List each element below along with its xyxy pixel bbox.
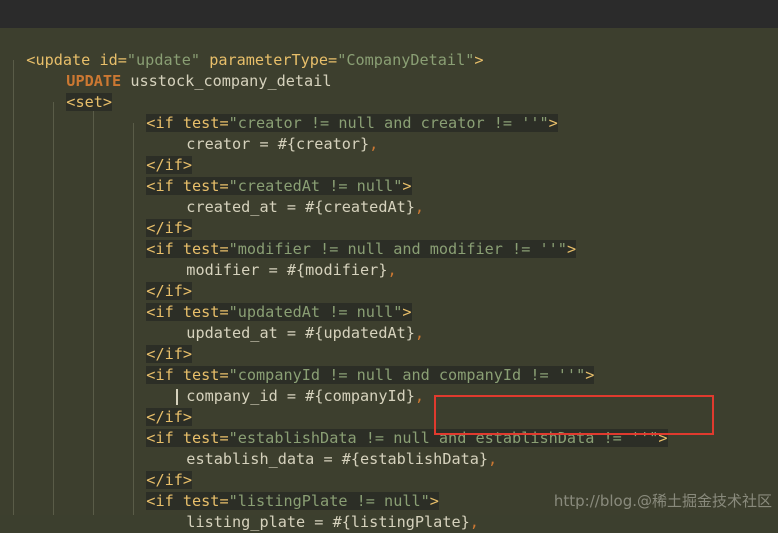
highlight-box: [434, 395, 714, 435]
comma: ,: [369, 135, 379, 153]
code-line-assign-creator: creator = #{creator},: [168, 113, 378, 153]
assignment: modifier = #{modifier}: [186, 261, 388, 279]
code-line-assign-companyid: company_id = #{companyId},: [168, 365, 424, 405]
indent-guide: [93, 102, 94, 515]
parameter-type-value: "CompanyDetail": [337, 51, 475, 69]
code-line-endif: </if>: [128, 260, 193, 300]
comma: ,: [469, 513, 479, 531]
assignment: listing_plate = #{listingPlate}: [186, 513, 470, 531]
code-line-endif: </if>: [128, 449, 193, 489]
editor-top-bar: [0, 0, 778, 28]
comma: ,: [414, 387, 425, 405]
assignment: updated_at = #{updatedAt}: [186, 324, 415, 342]
code-line-assign-listingplate: listing_plate = #{listingPlate},: [168, 491, 479, 531]
assignment: company_id = #{companyId}: [186, 387, 415, 405]
comma: ,: [488, 450, 498, 468]
comma: ,: [414, 324, 425, 342]
code-line-endif: </if>: [128, 197, 193, 237]
indent-guide: [53, 102, 54, 515]
if-tag-close: >: [548, 114, 558, 132]
code-line-assign-updatedat: updated_at = #{updatedAt},: [168, 302, 424, 342]
code-line-if-updatedat: <if test="updatedAt != null">: [128, 281, 412, 321]
code-line-update: <update id="update" parameterType="Compa…: [8, 29, 483, 69]
update-tag-close: >: [474, 51, 484, 69]
code-line-endif: </if>: [128, 386, 193, 426]
code-line-assign-modifier: modifier = #{modifier},: [168, 239, 396, 279]
code-line-endif: </if>: [128, 323, 193, 363]
code-line-assign-createdat: created_at = #{createdAt},: [168, 176, 424, 216]
code-line-if-modifier: <if test="modifier != null and modifier …: [128, 218, 577, 258]
if-tag-close: >: [585, 366, 595, 384]
table-name: usstock_company_detail: [121, 72, 332, 90]
assignment: created_at = #{createdAt}: [186, 198, 415, 216]
code-line-endif: </if>: [128, 134, 193, 174]
code-line-if-createdat: <if test="createdAt != null">: [128, 155, 412, 195]
code-line-update-keyword: UPDATE usstock_company_detail: [48, 50, 331, 90]
if-tag-close: >: [566, 240, 577, 258]
code-line-set: <set>: [48, 71, 113, 111]
assignment: establish_data = #{establishData}: [186, 450, 489, 468]
set-tag: <set>: [66, 93, 113, 111]
code-line-if-listingplate: <if test="listingPlate != null">: [128, 470, 439, 510]
assignment: creator = #{creator}: [186, 135, 370, 153]
code-line-if-creator: <if test="creator != null and creator !=…: [128, 92, 558, 132]
watermark: http://blog.@稀土掘金技术社区: [553, 492, 772, 510]
comma: ,: [387, 261, 397, 279]
comma: ,: [414, 198, 425, 216]
indent-guide: [13, 60, 14, 515]
code-line-if-companyid: <if test="companyId != null and companyI…: [128, 344, 595, 384]
text-caret: [176, 389, 178, 405]
